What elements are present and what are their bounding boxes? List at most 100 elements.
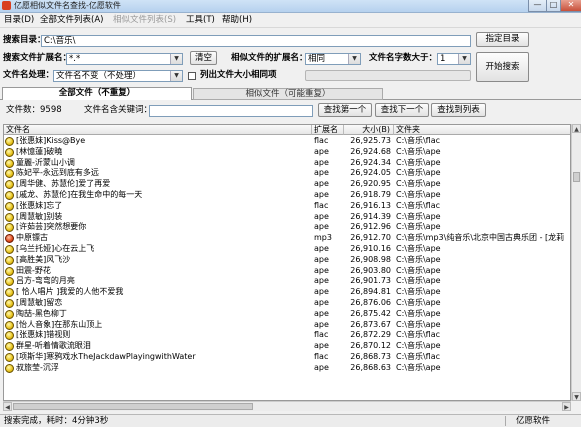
- table-row[interactable]: 中原镖古 mp3 26,912.70 C:\音乐\mp3\纯音乐\北京中国古典乐团 -…: [4, 233, 570, 244]
- select-dir-button[interactable]: 指定目录: [476, 32, 529, 47]
- table-row[interactable]: [高胜美]风飞沙 ape 26,908.98 C:\音乐\ape: [4, 255, 570, 266]
- cell-ext: ape: [314, 190, 329, 199]
- cell-ext: ape: [314, 287, 329, 297]
- close-button[interactable]: ✕: [560, 0, 581, 12]
- cell-ext: ape: [314, 298, 329, 307]
- menu-help[interactable]: 帮助(H): [222, 13, 252, 27]
- cell-name: [张惠妹]Kiss@Bye: [16, 136, 86, 145]
- col-header-ext[interactable]: 扩展名: [312, 125, 344, 135]
- vertical-scrollbar[interactable]: ▲ ▼: [571, 124, 581, 401]
- start-search-button[interactable]: 开始搜索: [476, 52, 529, 82]
- cell-folder: C:\音乐\ape: [396, 244, 441, 253]
- cell-ext: ape: [314, 362, 329, 372]
- ext-value: *.*: [69, 54, 81, 64]
- col-header-folder[interactable]: 文件夹: [394, 125, 570, 135]
- table-row[interactable]: 吕方-弯弯的月亮 ape 26,901.73 C:\音乐\ape: [4, 276, 570, 287]
- cell-folder: C:\音乐\ape: [396, 222, 441, 232]
- minimize-button[interactable]: —: [528, 0, 547, 12]
- table-row[interactable]: [周慧敏]别装 ape 26,914.39 C:\音乐\ape: [4, 211, 570, 223]
- search-dir-label: 搜索目录：: [3, 35, 46, 45]
- col-header-name[interactable]: 文件名: [4, 125, 312, 135]
- cell-size: 26,920.95: [350, 179, 391, 189]
- table-row[interactable]: 群星-听着情歌流眼泪 ape 26,870.12 C:\音乐\ape: [4, 341, 570, 352]
- menu-directory[interactable]: 目录(D): [4, 13, 34, 27]
- chevron-down-icon[interactable]: ▼: [170, 71, 182, 81]
- scroll-up-icon[interactable]: ▲: [572, 124, 581, 133]
- audio-file-icon: [5, 158, 14, 168]
- table-row[interactable]: [林憶蓮]破曉 ape 26,924.68 C:\音乐\ape: [4, 146, 570, 158]
- tab-similar-files[interactable]: 相似文件（可能重复）: [193, 88, 383, 100]
- cell-name: 群星-听着情歌流眼泪: [16, 341, 91, 351]
- table-row[interactable]: [ 恰人唱片 ]我爱的人他不爱我 ape 26,894.81 C:\音乐\ape: [4, 287, 570, 298]
- table-row[interactable]: 童麗-沂蒙山小调 ape 26,924.34 C:\音乐\ape: [4, 157, 570, 169]
- name-proc-value: 文件名不变（不处理）: [56, 71, 142, 81]
- scroll-right-icon[interactable]: ▶: [562, 402, 571, 411]
- audio-file-icon: [5, 277, 14, 287]
- name-proc-label: 文件名处理：: [3, 70, 55, 80]
- search-dir-input[interactable]: C:\音乐\: [41, 35, 471, 47]
- cell-name: [ 恰人唱片 ]我爱的人他不爱我: [16, 287, 124, 297]
- scroll-down-icon[interactable]: ▼: [572, 392, 581, 401]
- cell-size: 26,912.96: [350, 222, 391, 232]
- list-same-size-checkbox[interactable]: [188, 72, 196, 80]
- cell-name: 叔旅莹-沉浮: [16, 362, 59, 372]
- name-proc-combo[interactable]: 文件名不变（不处理） ▼: [53, 70, 183, 82]
- clear-button[interactable]: 清空: [190, 51, 217, 65]
- table-row[interactable]: [张惠妹]Kiss@Bye flac 26,925.73 C:\音乐\flac: [4, 136, 570, 147]
- scroll-left-icon[interactable]: ◀: [3, 402, 12, 411]
- find-first-button[interactable]: 查找第一个: [318, 103, 372, 117]
- cell-folder: C:\音乐\ape: [396, 190, 441, 199]
- cell-ext: ape: [314, 157, 329, 167]
- cell-folder: C:\音乐\ape: [396, 308, 441, 318]
- maximize-button[interactable]: □: [546, 0, 561, 12]
- table-row[interactable]: [张惠妹]错视则 flac 26,872.29 C:\音乐\flac: [4, 330, 570, 341]
- table-row[interactable]: 陶喆-黑色柳丁 ape 26,875.42 C:\音乐\ape: [4, 308, 570, 320]
- cell-ext: flac: [314, 330, 329, 340]
- scroll-thumb[interactable]: [573, 172, 580, 182]
- table-row[interactable]: 叔旅莹-沉浮 ape 26,868.63 C:\音乐\ape: [4, 362, 570, 374]
- keyword-input[interactable]: [149, 105, 313, 117]
- menu-all-files[interactable]: 全部文件列表(A): [40, 13, 103, 27]
- table-row[interactable]: 陈妃平-永远到底有多远 ape 26,924.05 C:\音乐\ape: [4, 168, 570, 179]
- similar-ext-label: 相似文件的扩展名：: [231, 53, 308, 63]
- find-next-button[interactable]: 查找下一个: [375, 103, 429, 117]
- file-list[interactable]: 文件名 扩展名 大小(B) 文件夹 [张惠妹]Kiss@Bye flac 26,92…: [3, 124, 571, 401]
- table-row[interactable]: [张惠妹]忘了 flac 26,916.13 C:\音乐\flac: [4, 200, 570, 212]
- cell-name: [项斯华]寒鸦戏水TheJackdawPlayingwithWater: [16, 352, 196, 361]
- cell-name: [戚龙、苏慧伦]在我生命中的每一天: [16, 190, 143, 199]
- table-row[interactable]: [周慧敏]留恋 ape 26,876.06 C:\音乐\ape: [4, 298, 570, 309]
- table-row[interactable]: [怡人音象]在那东山顶上 ape 26,873.67 C:\音乐\ape: [4, 319, 570, 331]
- cell-size: 26,912.70: [350, 233, 391, 243]
- cell-ext: ape: [314, 146, 329, 156]
- chevron-down-icon[interactable]: ▼: [170, 54, 182, 64]
- hscroll-thumb[interactable]: [13, 403, 253, 410]
- cell-ext: mp3: [314, 233, 332, 243]
- table-row[interactable]: 田震-野花 ape 26,903.80 C:\音乐\ape: [4, 266, 570, 277]
- table-row[interactable]: [乌兰托娅]心在云上飞 ape 26,910.16 C:\音乐\ape: [4, 244, 570, 255]
- table-row[interactable]: [项斯华]寒鸦戏水TheJackdawPlayingwithWater flac 2…: [4, 352, 570, 363]
- ext-label: 搜索文件扩展名：: [3, 53, 72, 63]
- col-header-size[interactable]: 大小(B): [344, 125, 394, 135]
- table-row[interactable]: [周华健、苏慧伦]爱了再爱 ape 26,920.95 C:\音乐\ape: [4, 179, 570, 190]
- cell-size: 26,924.34: [350, 157, 391, 167]
- chevron-down-icon[interactable]: ▼: [348, 54, 360, 64]
- table-row[interactable]: [戚龙、苏慧伦]在我生命中的每一天 ape 26,918.79 C:\音乐\ape: [4, 190, 570, 201]
- menu-similar-files[interactable]: 相似文件列表(S): [113, 13, 176, 27]
- min-len-combo[interactable]: 1 ▼: [437, 53, 471, 65]
- cell-ext: ape: [314, 319, 329, 329]
- cell-folder: C:\音乐\flac: [396, 330, 441, 340]
- title-bar: 亿愿相似文件名查找-亿愿软件 — □ ✕: [0, 0, 581, 13]
- ext-combo[interactable]: *.* ▼: [66, 53, 183, 65]
- mp3-file-icon: [5, 234, 14, 244]
- cell-size: 26,916.13: [350, 200, 391, 210]
- horizontal-scrollbar[interactable]: ◀ ▶: [3, 401, 571, 411]
- cell-size: 26,873.67: [350, 319, 391, 329]
- cell-ext: ape: [314, 168, 329, 178]
- similar-ext-combo[interactable]: 相同 ▼: [305, 53, 361, 65]
- table-row[interactable]: [许茹芸]突然想要你 ape 26,912.96 C:\音乐\ape: [4, 222, 570, 233]
- menu-tools[interactable]: 工具(T): [186, 13, 215, 27]
- tab-all-files[interactable]: 全部文件（不重复）: [2, 87, 192, 100]
- chevron-down-icon[interactable]: ▼: [458, 54, 470, 64]
- cell-size: 26,914.39: [350, 211, 391, 221]
- find-to-list-button[interactable]: 查找到列表: [431, 103, 486, 117]
